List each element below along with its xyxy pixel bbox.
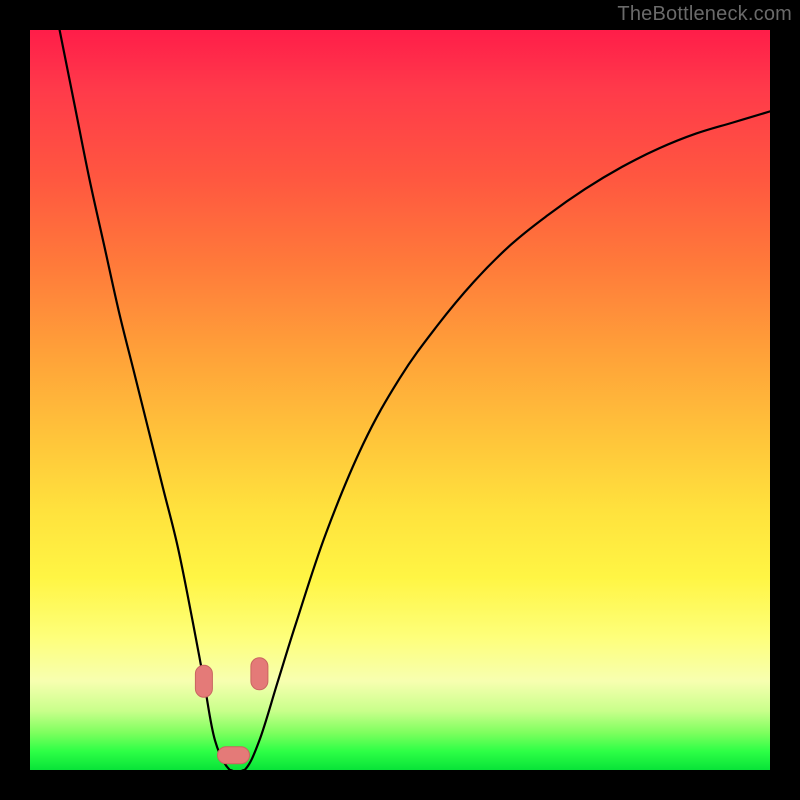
curve-left-arm (60, 30, 245, 770)
curve-layer (30, 30, 770, 770)
chart-stage: TheBottleneck.com (0, 0, 800, 800)
bottom-node (218, 747, 250, 764)
left-node (195, 665, 212, 697)
plot-area (30, 30, 770, 770)
right-node (251, 658, 268, 690)
curve-right-arm (230, 111, 770, 770)
watermark-label: TheBottleneck.com (617, 3, 792, 26)
